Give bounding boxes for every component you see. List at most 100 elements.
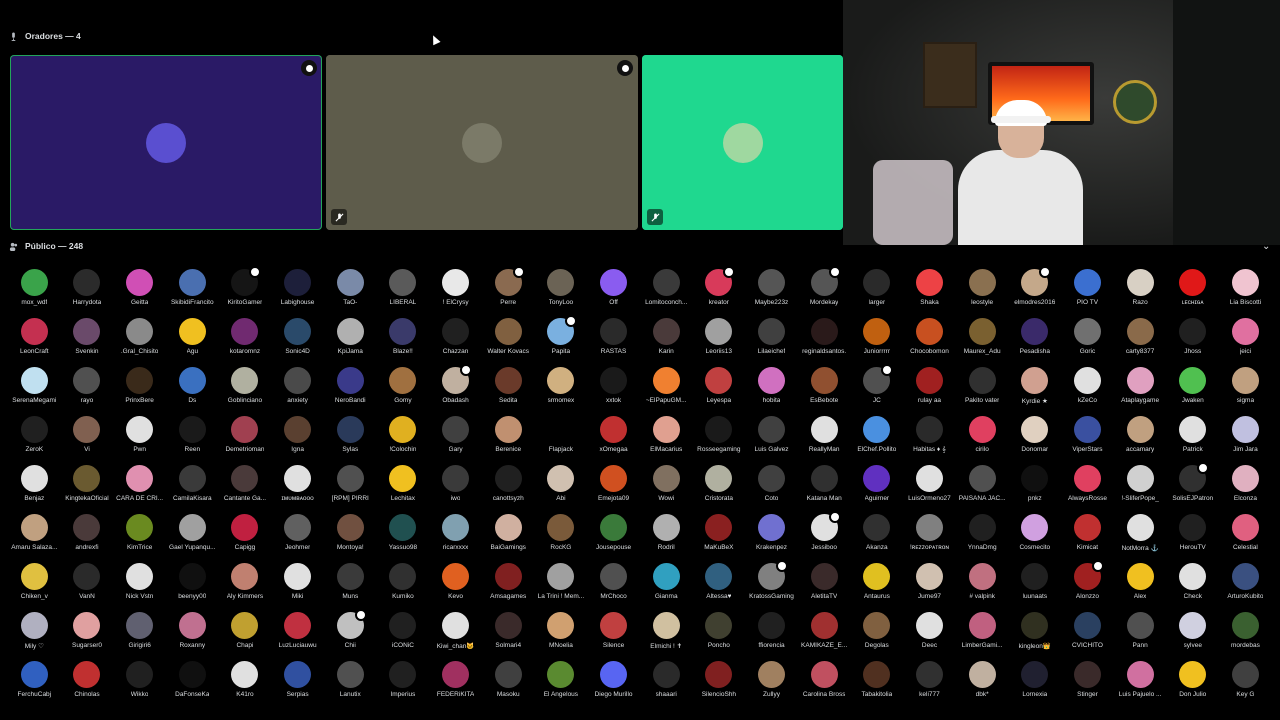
audience-member[interactable]: Alonzzo (1061, 556, 1114, 605)
audience-member[interactable]: Emejota09 (587, 458, 640, 507)
audience-member[interactable]: Elmichi ! ✝ (640, 605, 693, 654)
audience-member[interactable]: Agu (166, 311, 219, 360)
audience-member[interactable]: PIO TV (1061, 262, 1114, 311)
audience-member[interactable]: Gael Yupanqu... (166, 507, 219, 556)
audience-member[interactable]: Perre (482, 262, 535, 311)
audience-member[interactable]: MNoelia (535, 605, 588, 654)
audience-member[interactable]: ViperStars (1061, 409, 1114, 458)
audience-member[interactable]: Sugarser0 (61, 605, 114, 654)
audience-member[interactable]: Juniorrrrr (851, 311, 904, 360)
audience-member[interactable]: ArturoKubito (1219, 556, 1272, 605)
audience-member[interactable]: Habitas ♦ 𝄞 (903, 409, 956, 458)
audience-member[interactable]: KratossGaming (745, 556, 798, 605)
audience-member[interactable]: AlwaysRosse (1061, 458, 1114, 507)
audience-member[interactable]: LeonCraft (8, 311, 61, 360)
audience-member[interactable]: ʟᴇᴄʜɪɢᴀ (1166, 262, 1219, 311)
audience-member[interactable]: Stinger (1061, 654, 1114, 703)
audience-member[interactable]: LuisOrmeno27 (903, 458, 956, 507)
audience-member[interactable]: kZeCo (1061, 360, 1114, 409)
audience-member[interactable]: SerenaMegami (8, 360, 61, 409)
audience-member[interactable]: KpiJama (324, 311, 377, 360)
audience-member[interactable]: ~ElPapuGM... (640, 360, 693, 409)
audience-member[interactable]: carty8377 (1114, 311, 1167, 360)
audience-member[interactable]: BaiGamings (482, 507, 535, 556)
audience-member[interactable]: ɪᴍᴜᴍʙᴀᴏᴏᴏ (271, 458, 324, 507)
audience-member[interactable]: Coto (745, 458, 798, 507)
audience-member[interactable]: Ds (166, 360, 219, 409)
audience-member[interactable]: Miki (271, 556, 324, 605)
audience-member[interactable]: Razo (1114, 262, 1167, 311)
audience-member[interactable]: Kyrdie ★ (1008, 360, 1061, 409)
audience-member[interactable]: KingtekaOficial (61, 458, 114, 507)
audience-member[interactable]: Berenice (482, 409, 535, 458)
speaker-tile[interactable] (642, 55, 843, 230)
audience-member[interactable]: [RPM] PIRRI (324, 458, 377, 507)
audience-member[interactable]: srmomex (535, 360, 588, 409)
audience-member[interactable]: Blaze!! (377, 311, 430, 360)
audience-member[interactable]: CVICHITO (1061, 605, 1114, 654)
audience-member[interactable]: DaFonseKa (166, 654, 219, 703)
audience-member[interactable]: Labighouse (271, 262, 324, 311)
audience-member[interactable]: Jim Jara (1219, 409, 1272, 458)
audience-member[interactable]: MaKuBeX (693, 507, 746, 556)
audience-member[interactable]: accamary (1114, 409, 1167, 458)
audience-member[interactable]: mox_wdf (8, 262, 61, 311)
audience-member[interactable]: FEDERiKITA (429, 654, 482, 703)
audience-member[interactable]: CamilaKisara (166, 458, 219, 507)
audience-member[interactable]: Gomy (377, 360, 430, 409)
audience-member[interactable]: KimTrice (113, 507, 166, 556)
audience-member[interactable]: Chapi (219, 605, 272, 654)
audience-member[interactable]: Igna (271, 409, 324, 458)
audience-member[interactable]: sigma (1219, 360, 1272, 409)
audience-member[interactable]: SkibidiFrancito (166, 262, 219, 311)
audience-member[interactable]: Cristorata (693, 458, 746, 507)
audience-member[interactable]: Svenkin (61, 311, 114, 360)
audience-member[interactable]: Lia Biscotti (1219, 262, 1272, 311)
audience-member[interactable]: Zullyy (745, 654, 798, 703)
audience-member[interactable]: Maybe223z (745, 262, 798, 311)
audience-member[interactable]: xOmegaa (587, 409, 640, 458)
audience-member[interactable]: pnkz (1008, 458, 1061, 507)
audience-member[interactable]: Katana Man (798, 458, 851, 507)
audience-member[interactable]: Leoriis13 (693, 311, 746, 360)
audience-member[interactable]: NotMorra ⚓ (1114, 507, 1167, 556)
audience-member[interactable]: Abi (535, 458, 588, 507)
audience-member[interactable]: Shaka (903, 262, 956, 311)
audience-member[interactable]: Wikko (113, 654, 166, 703)
audience-member[interactable]: Ataplaygame (1114, 360, 1167, 409)
audience-member[interactable]: Tabakitolia (851, 654, 904, 703)
audience-member[interactable]: Chocobomon (903, 311, 956, 360)
audience-member[interactable]: ricarxxxx (429, 507, 482, 556)
audience-member[interactable]: Jousepouse (587, 507, 640, 556)
audience-member[interactable]: Imperius (377, 654, 430, 703)
audience-member[interactable]: Muns (324, 556, 377, 605)
audience-member[interactable]: kreator (693, 262, 746, 311)
audience-member[interactable]: Demetrioman (219, 409, 272, 458)
audience-member[interactable]: AletitaTV (798, 556, 851, 605)
audience-member[interactable]: Goblinciano (219, 360, 272, 409)
audience-member[interactable]: MrChoco (587, 556, 640, 605)
audience-member[interactable]: Chii (324, 605, 377, 654)
audience-member[interactable]: Celestial (1219, 507, 1272, 556)
audience-member[interactable]: Kiwi_chan🐱 (429, 605, 482, 654)
audience-member[interactable]: Chiken_v (8, 556, 61, 605)
audience-member[interactable]: Degolas (851, 605, 904, 654)
audience-member[interactable]: Lanutix (324, 654, 377, 703)
audience-member[interactable]: Rosseegaming (693, 409, 746, 458)
audience-member[interactable]: Benjaz (8, 458, 61, 507)
audience-member[interactable]: kingleon👑 (1008, 605, 1061, 654)
audience-member[interactable]: Jeohmer (271, 507, 324, 556)
audience-member[interactable]: .Gral_Chisito (113, 311, 166, 360)
audience-member[interactable]: Walter Kovacs (482, 311, 535, 360)
audience-member[interactable]: Girigiri6 (113, 605, 166, 654)
audience-member[interactable]: !Colochin (377, 409, 430, 458)
audience-member[interactable]: Montoya! (324, 507, 377, 556)
audience-member[interactable]: Pwn (113, 409, 166, 458)
audience-member[interactable]: LuzLuciauwu (271, 605, 324, 654)
audience-member[interactable]: dbk* (956, 654, 1009, 703)
audience-member[interactable]: sylvee (1166, 605, 1219, 654)
audience-member[interactable]: ElChef.Pollito (851, 409, 904, 458)
audience-member[interactable]: xxtok (587, 360, 640, 409)
audience-member[interactable]: !-SliferPope_ (1114, 458, 1167, 507)
audience-member[interactable]: LIBERAL (377, 262, 430, 311)
